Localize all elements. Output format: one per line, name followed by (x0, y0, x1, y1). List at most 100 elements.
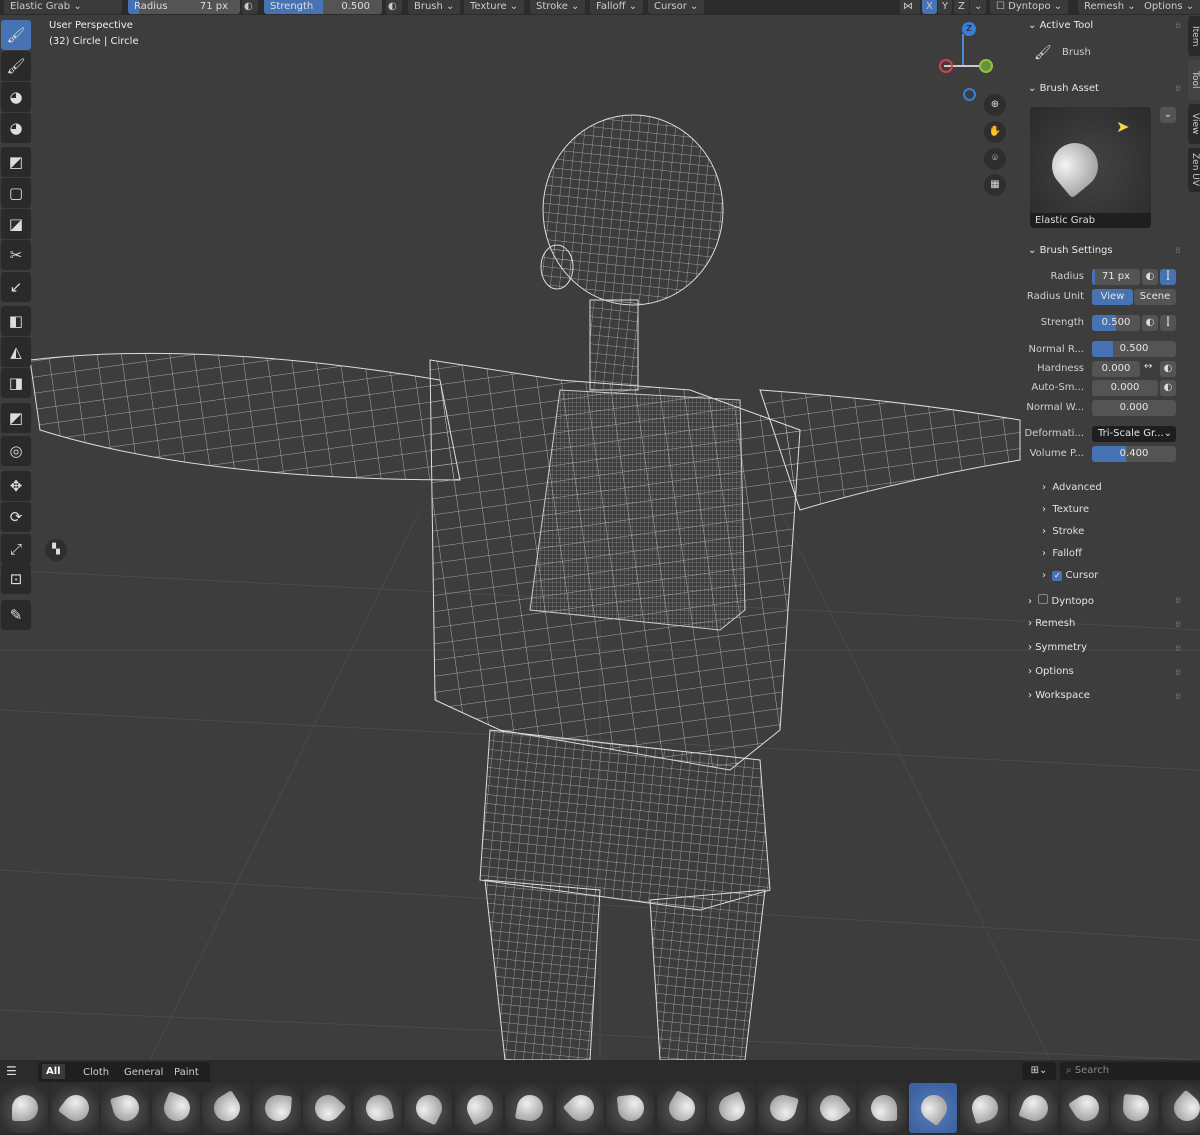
normal-weight-field[interactable]: 0.000 (1092, 400, 1176, 416)
line-project-tool[interactable]: ↙ (1, 272, 31, 302)
brush-asset-preview[interactable]: ➤ Elastic Grab (1030, 107, 1151, 228)
brush-thumbnail[interactable] (909, 1083, 957, 1133)
mesh-filter-tool[interactable]: ◧ (1, 306, 31, 336)
tab-view[interactable]: View (1188, 104, 1200, 144)
brush-selector[interactable]: Elastic Grab ⌄ (4, 0, 122, 14)
box-trim-tool[interactable]: ✂ (1, 240, 31, 270)
zoom-icon[interactable]: ⊕ (984, 94, 1006, 116)
pressure-icon[interactable]: ◐ (1142, 315, 1158, 331)
pressure-icon[interactable]: ◐ (242, 0, 258, 14)
active-tool-header[interactable]: ⌄ Active Tool (1028, 20, 1093, 31)
mirror-z-toggle[interactable]: Z (954, 0, 969, 14)
gizmo-neg-x-axis[interactable] (939, 59, 953, 73)
brush-thumbnail[interactable] (101, 1083, 149, 1133)
radius-unit-scene[interactable]: Scene (1134, 289, 1176, 305)
tab-item[interactable]: Item (1188, 16, 1200, 56)
mirror-y-toggle[interactable]: Y (938, 0, 953, 14)
pressure-icon[interactable]: ◐ (386, 0, 402, 14)
move-tool[interactable]: ✥ (1, 471, 31, 501)
brush-thumbnail[interactable] (303, 1083, 351, 1133)
cloth-filter-tool[interactable]: ◭ (1, 337, 31, 367)
brush-thumbnail[interactable] (808, 1083, 856, 1133)
brush-thumbnail[interactable] (656, 1083, 705, 1133)
normal-radius-field[interactable]: 0.500 (1092, 341, 1176, 357)
advanced-subpanel[interactable]: › Advanced (1042, 482, 1102, 493)
annotate-tool[interactable]: ✎ (1, 600, 31, 630)
radius-unit-view[interactable]: View (1092, 289, 1133, 305)
brush-thumbnail[interactable] (404, 1083, 452, 1133)
gizmo-z-axis[interactable]: Z (962, 22, 976, 36)
brush-thumbnail[interactable] (454, 1083, 503, 1133)
transform-tool[interactable]: ⊡ (1, 564, 31, 594)
strength-pressure-toggle-icon[interactable]: ⫿ (1160, 315, 1176, 331)
dyntopo-section[interactable]: › Dyntopo (1028, 594, 1094, 607)
scale-tool[interactable]: ⤢ (1, 534, 31, 564)
mask-brush-tool[interactable]: ◕ (1, 82, 31, 112)
pan-hand-icon[interactable]: ✋ (984, 121, 1006, 143)
brush-thumbnail[interactable] (1161, 1083, 1200, 1133)
brush-thumbnail[interactable] (151, 1083, 200, 1133)
tab-tool[interactable]: Tool (1188, 60, 1200, 100)
pressure-icon[interactable]: ◐ (1160, 361, 1176, 377)
invert-icon[interactable]: ↔ (1144, 361, 1152, 372)
brush-thumbnail[interactable] (606, 1083, 654, 1133)
strength-field[interactable]: 0.500 (1092, 315, 1140, 331)
gizmo-y-axis[interactable] (979, 59, 993, 73)
brush-asset-header[interactable]: ⌄ Brush Asset (1028, 83, 1099, 94)
gizmo-neg-z-axis[interactable] (963, 88, 976, 101)
rotate-tool[interactable]: ⟳ (1, 502, 31, 532)
symmetry-section[interactable]: › Symmetry (1028, 642, 1087, 653)
brush-thumbnail[interactable] (555, 1083, 604, 1133)
brush-thumbnail[interactable] (757, 1083, 806, 1133)
draw-brush-tool[interactable]: 🖌 (1, 20, 31, 50)
brush-thumbnail[interactable] (707, 1083, 755, 1133)
edit-face-set-tool[interactable]: ◩ (1, 403, 31, 433)
brush-thumbnail[interactable] (50, 1083, 99, 1133)
brush-thumbnail[interactable] (505, 1083, 553, 1133)
radius-field[interactable]: 71 px (1092, 269, 1140, 285)
box-face-set-tool[interactable]: ◪ (1, 209, 31, 239)
texture-subpanel[interactable]: › Texture (1042, 504, 1089, 515)
shelf-tab-paint[interactable]: Paint (174, 1067, 199, 1078)
menu-brush[interactable]: Brush ⌄ (408, 0, 461, 14)
brush-thumbnail[interactable] (858, 1083, 907, 1133)
brush-thumbnail[interactable] (1060, 1083, 1109, 1133)
hardness-field[interactable]: 0.000 (1092, 361, 1140, 377)
stroke-subpanel[interactable]: › Stroke (1042, 526, 1084, 537)
color-filter-tool[interactable]: ◨ (1, 368, 31, 398)
navigation-gizmo[interactable]: Z (936, 20, 1004, 101)
display-options-button[interactable]: ⊞⌄ (1022, 1062, 1056, 1080)
checker-icon[interactable]: ▚ (45, 539, 67, 561)
shelf-tab-all[interactable]: All (42, 1064, 65, 1079)
falloff-subpanel[interactable]: › Falloff (1042, 548, 1082, 559)
search-input[interactable]: ⌕ Search (1060, 1062, 1200, 1080)
brush-settings-header[interactable]: ⌄ Brush Settings (1028, 245, 1113, 256)
dyntopo-checkbox[interactable] (1038, 594, 1049, 604)
pressure-icon[interactable]: ◐ (1160, 380, 1176, 396)
cursor-checkbox[interactable]: ✓ (1052, 571, 1063, 581)
mirror-x-toggle[interactable]: X (922, 0, 937, 14)
brush-thumbnail[interactable] (353, 1083, 402, 1133)
3d-viewport[interactable]: User Perspective (32) Circle | Circle Z … (0, 10, 1200, 1060)
brush-thumbnail[interactable] (252, 1083, 301, 1133)
perspective-grid-icon[interactable]: ▦ (984, 174, 1006, 196)
box-hide-tool[interactable]: ▢ (1, 178, 31, 208)
pressure-icon[interactable]: ◐ (1142, 269, 1158, 285)
brush-thumbnail[interactable] (202, 1083, 250, 1133)
mask-by-color-tool[interactable]: ◎ (1, 436, 31, 466)
brush-thumbnail[interactable] (1111, 1083, 1159, 1133)
strength-slider[interactable]: Strength 0.500 (264, 0, 382, 14)
options-section[interactable]: › Options (1028, 666, 1074, 677)
radius-pressure-toggle-icon[interactable]: ⫿ (1160, 269, 1176, 285)
camera-icon[interactable]: ⌾ (984, 148, 1006, 170)
brush-thumbnail[interactable] (0, 1083, 48, 1133)
auto-smooth-field[interactable]: 0.000 (1092, 380, 1158, 396)
menu-cursor[interactable]: Cursor ⌄ (648, 0, 705, 14)
dyntopo-menu[interactable]: ☐ Dyntopo ⌄ (990, 0, 1069, 14)
radius-slider[interactable]: Radius 71 px (128, 0, 240, 14)
box-mask-tool[interactable]: ◩ (1, 147, 31, 177)
smooth-brush-tool[interactable]: 🖌 (1, 51, 31, 81)
face-set-brush-tool[interactable]: ◕ (1, 113, 31, 143)
deformation-dropdown[interactable]: Tri-Scale Gr... ⌄ (1092, 426, 1176, 442)
cursor-subpanel[interactable]: › ✓ Cursor (1042, 570, 1098, 581)
